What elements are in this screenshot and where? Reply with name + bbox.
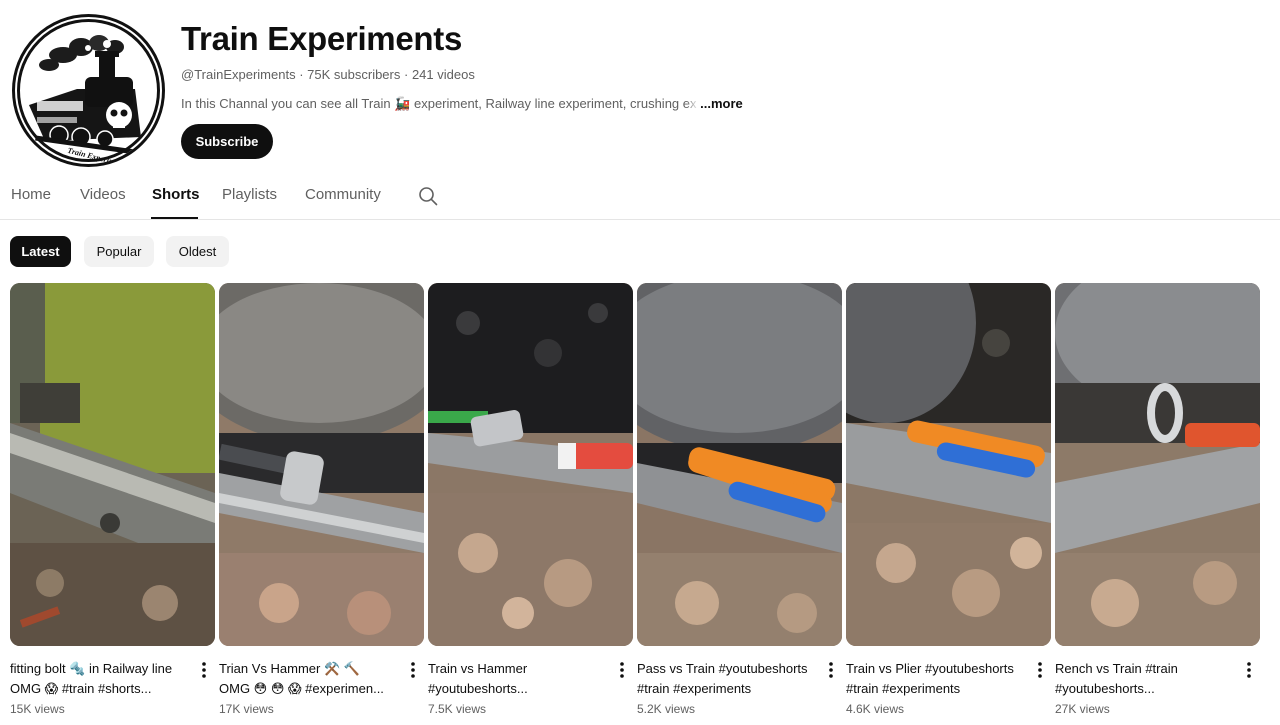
short-card[interactable]: Trian Vs Hammer ⚒️ 🔨 OMG 😳 😳 😱 #experime… — [219, 283, 424, 716]
more-actions-icon[interactable] — [1241, 659, 1257, 681]
view-count: 7.5K views — [428, 702, 487, 716]
short-title[interactable]: Train vs Hammer #youtubeshorts... — [428, 659, 613, 699]
tab-playlists[interactable]: Playlists — [222, 186, 277, 203]
chip-popular[interactable]: Popular — [84, 236, 154, 267]
chip-oldest[interactable]: Oldest — [166, 236, 229, 267]
short-thumbnail[interactable] — [846, 283, 1051, 646]
short-card[interactable]: Rench vs Train #train #youtubeshorts... … — [1055, 283, 1260, 716]
active-tab-indicator — [151, 217, 198, 219]
view-count: 5.2K views — [637, 702, 696, 716]
more-actions-icon[interactable] — [823, 659, 839, 681]
short-title[interactable]: Pass vs Train #youtubeshorts #train #exp… — [637, 659, 822, 699]
short-card[interactable]: Train vs Plier #youtubeshorts #train #ex… — [846, 283, 1051, 716]
short-card[interactable]: Pass vs Train #youtubeshorts #train #exp… — [637, 283, 842, 716]
more-actions-icon[interactable] — [1032, 659, 1048, 681]
channel-tabs: Home Videos Shorts Playlists Community — [0, 178, 1280, 220]
tab-shorts[interactable]: Shorts — [152, 186, 200, 203]
short-title[interactable]: Train vs Plier #youtubeshorts #train #ex… — [846, 659, 1031, 699]
more-actions-icon[interactable] — [196, 659, 212, 681]
video-count: 241 videos — [411, 67, 475, 82]
more-actions-icon[interactable] — [405, 659, 421, 681]
view-count: 27K views — [1055, 702, 1110, 716]
short-card[interactable]: Train vs Hammer #youtubeshorts... 7.5K v… — [428, 283, 633, 716]
short-thumbnail[interactable] — [637, 283, 842, 646]
channel-meta: @TrainExperiments · 75K subscribers · 24… — [181, 67, 475, 82]
more-actions-icon[interactable] — [614, 659, 630, 681]
channel-avatar[interactable]: Train Experiments — [12, 14, 165, 167]
more-link[interactable]: ...more — [700, 96, 743, 111]
tab-home[interactable]: Home — [11, 186, 51, 203]
tab-community[interactable]: Community — [305, 186, 381, 203]
chip-latest[interactable]: Latest — [10, 236, 71, 267]
subscriber-count: 75K subscribers — [307, 67, 401, 82]
short-card[interactable]: fitting bolt 🔩 in Railway line OMG 😱 #tr… — [10, 283, 215, 716]
channel-title: Train Experiments — [181, 20, 463, 57]
short-thumbnail[interactable] — [1055, 283, 1260, 646]
short-title[interactable]: fitting bolt 🔩 in Railway line OMG 😱 #tr… — [10, 659, 195, 699]
short-thumbnail[interactable] — [428, 283, 633, 646]
view-count: 17K views — [219, 702, 274, 716]
short-thumbnail[interactable] — [10, 283, 215, 646]
view-count: 4.6K views — [846, 702, 905, 716]
short-title[interactable]: Rench vs Train #train #youtubeshorts... — [1055, 659, 1240, 699]
search-icon[interactable] — [418, 186, 438, 206]
subscribe-button[interactable]: Subscribe — [181, 124, 273, 159]
channel-description[interactable]: In this Channal you can see all Train 🚂 … — [181, 96, 743, 112]
channel-handle: @TrainExperiments — [181, 67, 296, 82]
tab-videos[interactable]: Videos — [80, 186, 126, 203]
short-thumbnail[interactable] — [219, 283, 424, 646]
short-title[interactable]: Trian Vs Hammer ⚒️ 🔨 OMG 😳 😳 😱 #experime… — [219, 659, 404, 699]
train-logo-icon: Train Experiments — [17, 19, 160, 164]
view-count: 15K views — [10, 702, 65, 716]
